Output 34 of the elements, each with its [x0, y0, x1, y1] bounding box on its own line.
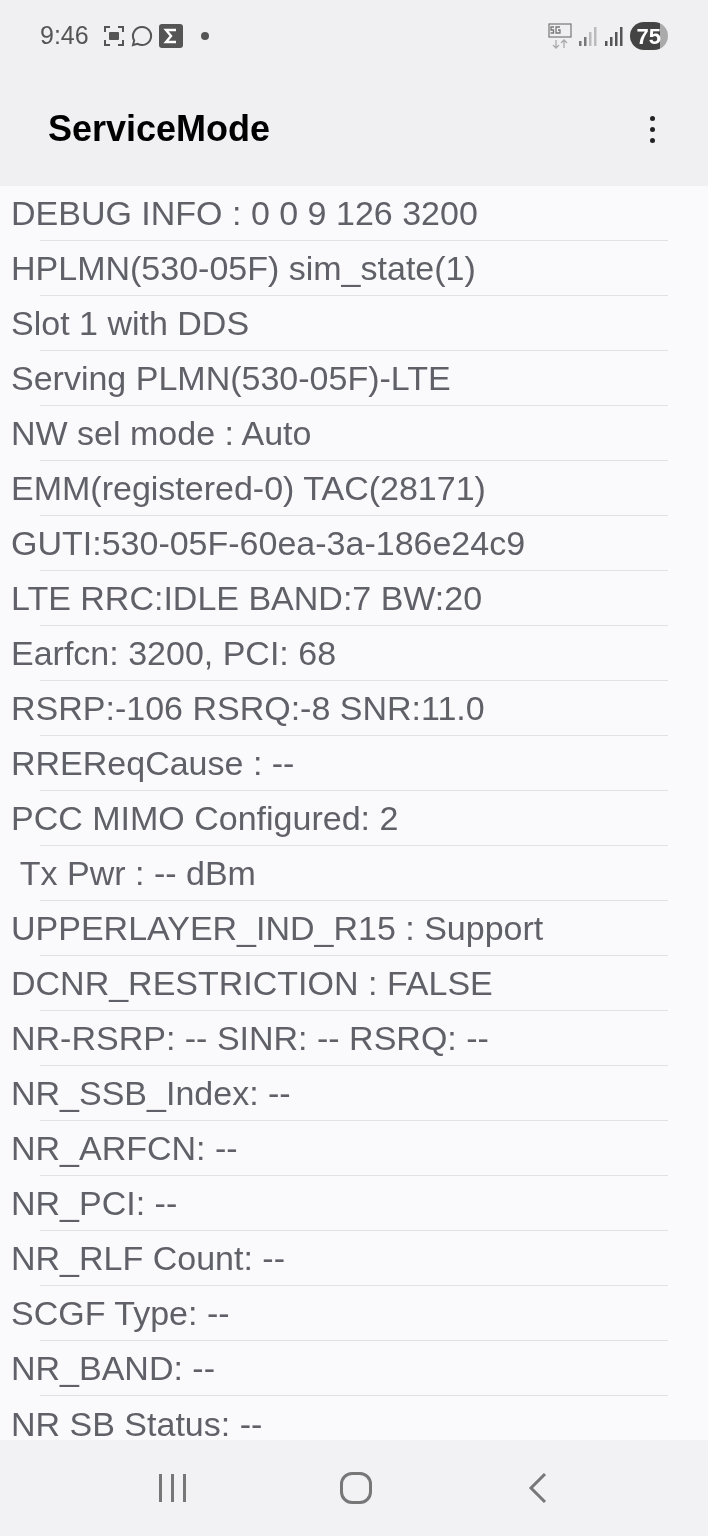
- info-line: RREReqCause : --: [11, 743, 295, 783]
- network-5g-icon: [547, 23, 572, 49]
- info-line: NR_RLF Count: --: [11, 1238, 285, 1278]
- status-time: 9:46: [40, 20, 89, 52]
- info-line: Serving PLMN(530-05F)-LTE: [11, 358, 451, 398]
- info-line: PCC MIMO Configured: 2: [11, 798, 399, 838]
- info-line: NR_PCI: --: [11, 1183, 178, 1223]
- info-line: LTE RRC:IDLE BAND:7 BW:20: [11, 578, 483, 618]
- signal-icon: [603, 25, 624, 47]
- info-line: NR_SSB_Index: --: [11, 1073, 291, 1113]
- app-title: ServiceMode: [48, 107, 271, 151]
- info-line: GUTI:530-05F-60ea-3a-186e24c9: [11, 523, 526, 563]
- signal-icon: [577, 25, 598, 47]
- info-line: HPLMN(530-05F) sim_state(1): [11, 248, 476, 288]
- info-line: NR_ARFCN: --: [11, 1128, 238, 1168]
- info-line: NR_BAND: --: [11, 1348, 216, 1388]
- info-line: DEBUG INFO : 0 0 9 126 3200: [11, 193, 478, 233]
- info-line: Tx Pwr : -- dBm: [18, 853, 256, 893]
- home-button[interactable]: [340, 1472, 373, 1504]
- info-line: NR SB Status: --: [11, 1403, 263, 1440]
- info-line: EMM(registered-0) TAC(28171): [11, 468, 486, 508]
- battery-indicator: 75: [629, 22, 668, 50]
- info-line: NR-RSRP: -- SINR: -- RSRQ: --: [11, 1018, 489, 1058]
- chat-bubble-icon: [130, 25, 153, 47]
- info-line: RSRP:-106 RSRQ:-8 SNR:11.0: [11, 688, 485, 728]
- sigma-icon: [158, 24, 183, 48]
- screenshot-icon: [102, 25, 125, 47]
- info-line: SCGF Type: --: [11, 1293, 230, 1333]
- info-line: NW sel mode : Auto: [11, 413, 312, 453]
- info-line: UPPERLAYER_IND_R15 : Support: [11, 908, 544, 948]
- info-line: DCNR_RESTRICTION : FALSE: [11, 963, 493, 1003]
- dot-icon: [200, 32, 209, 40]
- info-line: Slot 1 with DDS: [11, 303, 250, 343]
- info-line: Earfcn: 3200, PCI: 68: [11, 633, 337, 673]
